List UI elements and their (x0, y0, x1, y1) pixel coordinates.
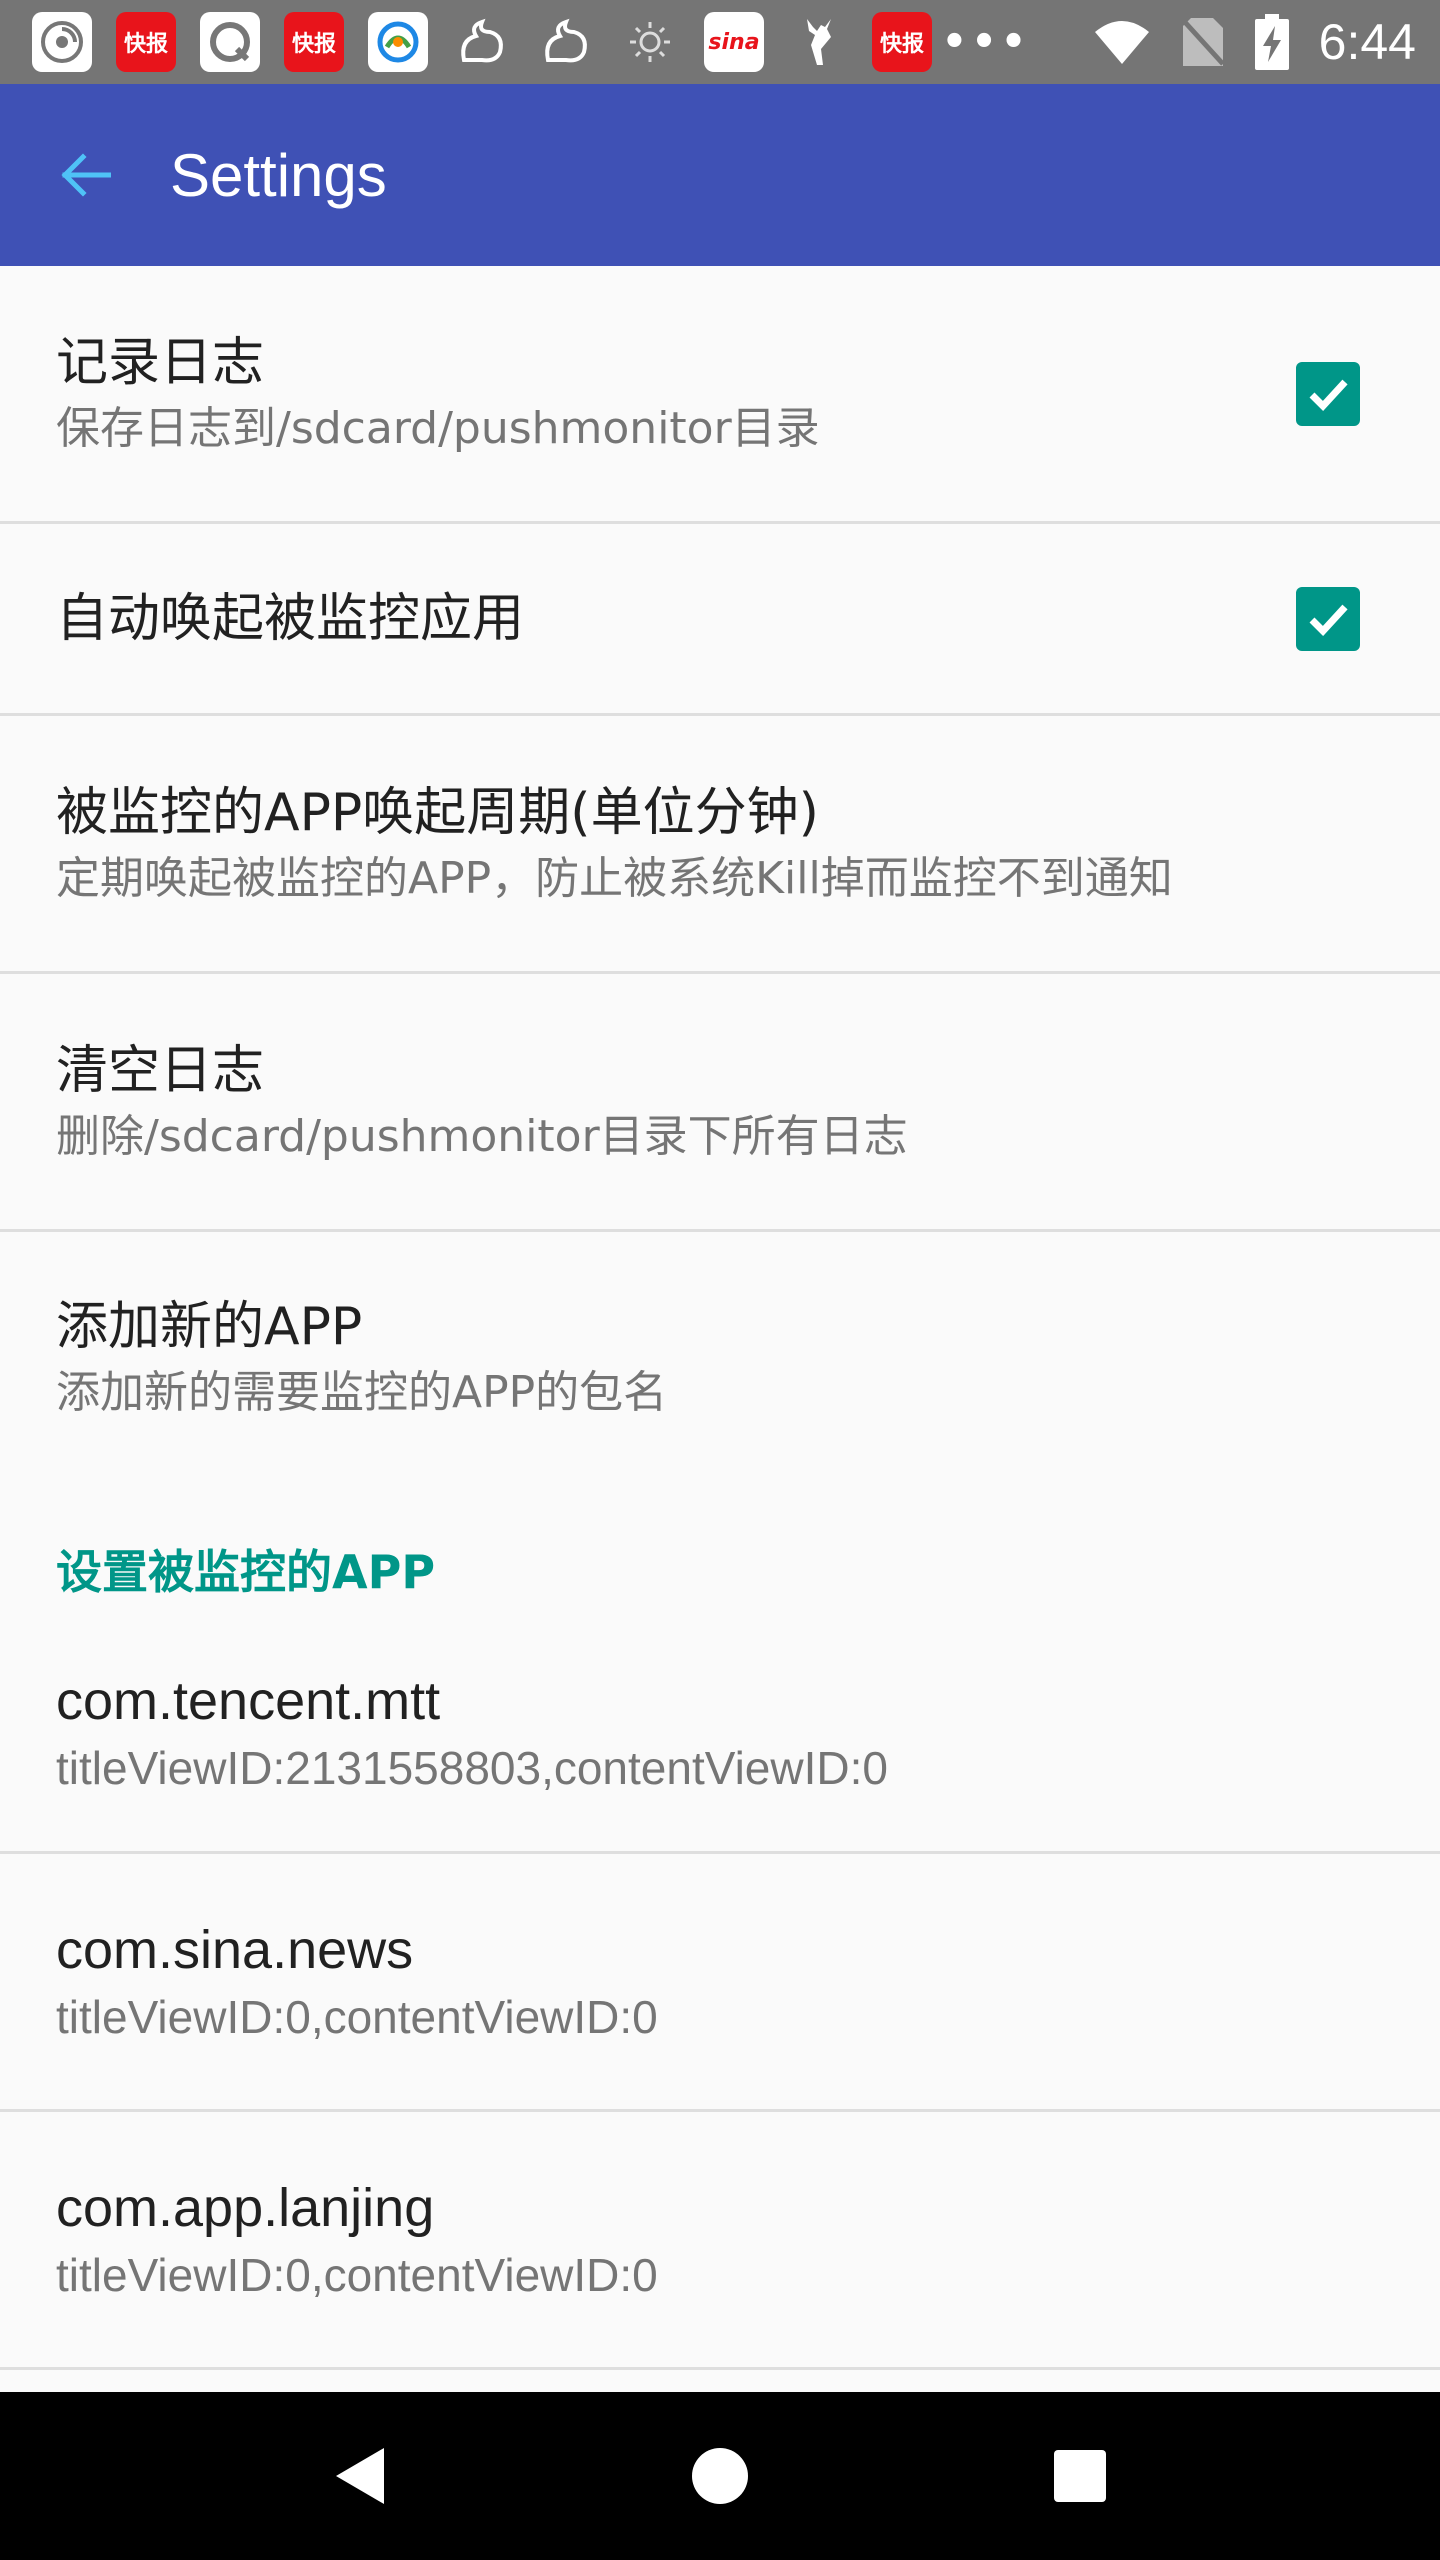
kuaibao-icon: 快报 (284, 12, 344, 72)
pref-add-app[interactable]: 添加新的APP 添加新的需要监控的APP的包名 (0, 1232, 1440, 1484)
uc-squirrel-icon (452, 12, 512, 72)
pref-summary: 删除/sdcard/pushmonitor目录下所有日志 (56, 1110, 908, 1162)
uc-squirrel-icon (536, 12, 596, 72)
notification-icons: 快报 快报 sina 快报 ••• (32, 12, 1031, 72)
pref-title: 自动唤起被监控应用 (56, 588, 525, 649)
status-bar: 快报 快报 sina 快报 ••• 6:44 (0, 0, 1440, 84)
arrow-back-icon (61, 153, 111, 197)
navigation-bar (0, 2392, 1440, 2560)
monitored-app-item[interactable]: com.tencent.mtt titleViewID:2131558803,c… (0, 1614, 1440, 1854)
square-recents-icon (1054, 2450, 1106, 2502)
monitored-app-item[interactable]: com.sina.news titleViewID:0,contentViewI… (0, 1854, 1440, 2112)
status-time: 6:44 (1318, 14, 1416, 70)
nav-back-button[interactable] (300, 2416, 420, 2536)
app-view-ids: titleViewID:0,contentViewID:0 (56, 2248, 658, 2301)
pref-title: 被监控的APP唤起周期(单位分钟) (56, 782, 819, 843)
pref-wake-interval[interactable]: 被监控的APP唤起周期(单位分钟) 定期唤起被监控的APP，防止被系统Kill掉… (0, 716, 1440, 974)
spiral-app-icon (32, 12, 92, 72)
battery-charging-icon (1254, 14, 1289, 70)
nav-recents-button[interactable] (1020, 2416, 1140, 2536)
sina-label: sina (708, 29, 760, 55)
pref-enable-logging[interactable]: 记录日志 保存日志到/sdcard/pushmonitor目录 (0, 266, 1440, 524)
kuaibao-label: 快报 (291, 32, 336, 57)
settings-list: 记录日志 保存日志到/sdcard/pushmonitor目录 自动唤起被监控应… (0, 266, 1440, 2370)
app-view-ids: titleViewID:2131558803,contentViewID:0 (56, 1741, 888, 1794)
app-package-name: com.tencent.mtt (56, 1670, 441, 1731)
app-bar: Settings (0, 84, 1440, 266)
pref-title: 记录日志 (56, 332, 265, 393)
deer-icon (788, 12, 848, 72)
qq-browser-icon (200, 12, 260, 72)
kuaibao-icon: 快报 (116, 12, 176, 72)
pref-title: 清空日志 (56, 1040, 265, 1101)
check-icon (1309, 379, 1348, 411)
check-icon (1309, 604, 1348, 636)
kuaibao-label: 快报 (123, 32, 168, 57)
app-package-name: com.sina.news (56, 1919, 414, 1980)
sina-icon: sina (704, 12, 764, 72)
tencent-news-icon (368, 12, 428, 72)
wifi-icon (1094, 21, 1149, 64)
app-view-ids: titleViewID:0,contentViewID:0 (56, 1990, 658, 2043)
triangle-back-icon (336, 2448, 384, 2504)
kuaibao-label: 快报 (879, 32, 924, 57)
no-sim-icon (1180, 18, 1225, 66)
back-button[interactable] (0, 84, 170, 266)
brightness-icon (620, 12, 680, 72)
pref-summary: 保存日志到/sdcard/pushmonitor目录 (56, 402, 820, 454)
pref-summary: 添加新的需要监控的APP的包名 (56, 1367, 668, 1418)
pref-clear-logs[interactable]: 清空日志 删除/sdcard/pushmonitor目录下所有日志 (0, 974, 1440, 1232)
page-title: Settings (170, 141, 387, 209)
more-notifications-icon: ••• (941, 19, 1031, 65)
app-package-name: com.app.lanjing (56, 2177, 435, 2238)
pref-summary: 定期唤起被监控的APP，防止被系统Kill掉而监控不到通知 (56, 852, 1173, 904)
logging-checkbox[interactable] (1296, 361, 1360, 426)
nav-home-button[interactable] (660, 2416, 780, 2536)
monitored-app-item[interactable]: com.app.lanjing titleViewID:0,contentVie… (0, 2112, 1440, 2370)
auto-wake-checkbox[interactable] (1296, 586, 1360, 651)
circle-home-icon (692, 2448, 748, 2504)
pref-title: 添加新的APP (56, 1297, 363, 1357)
pref-auto-wake-apps[interactable]: 自动唤起被监控应用 (0, 524, 1440, 716)
category-header: 设置被监控的APP (56, 1545, 436, 1599)
kuaibao-icon: 快报 (872, 12, 932, 72)
